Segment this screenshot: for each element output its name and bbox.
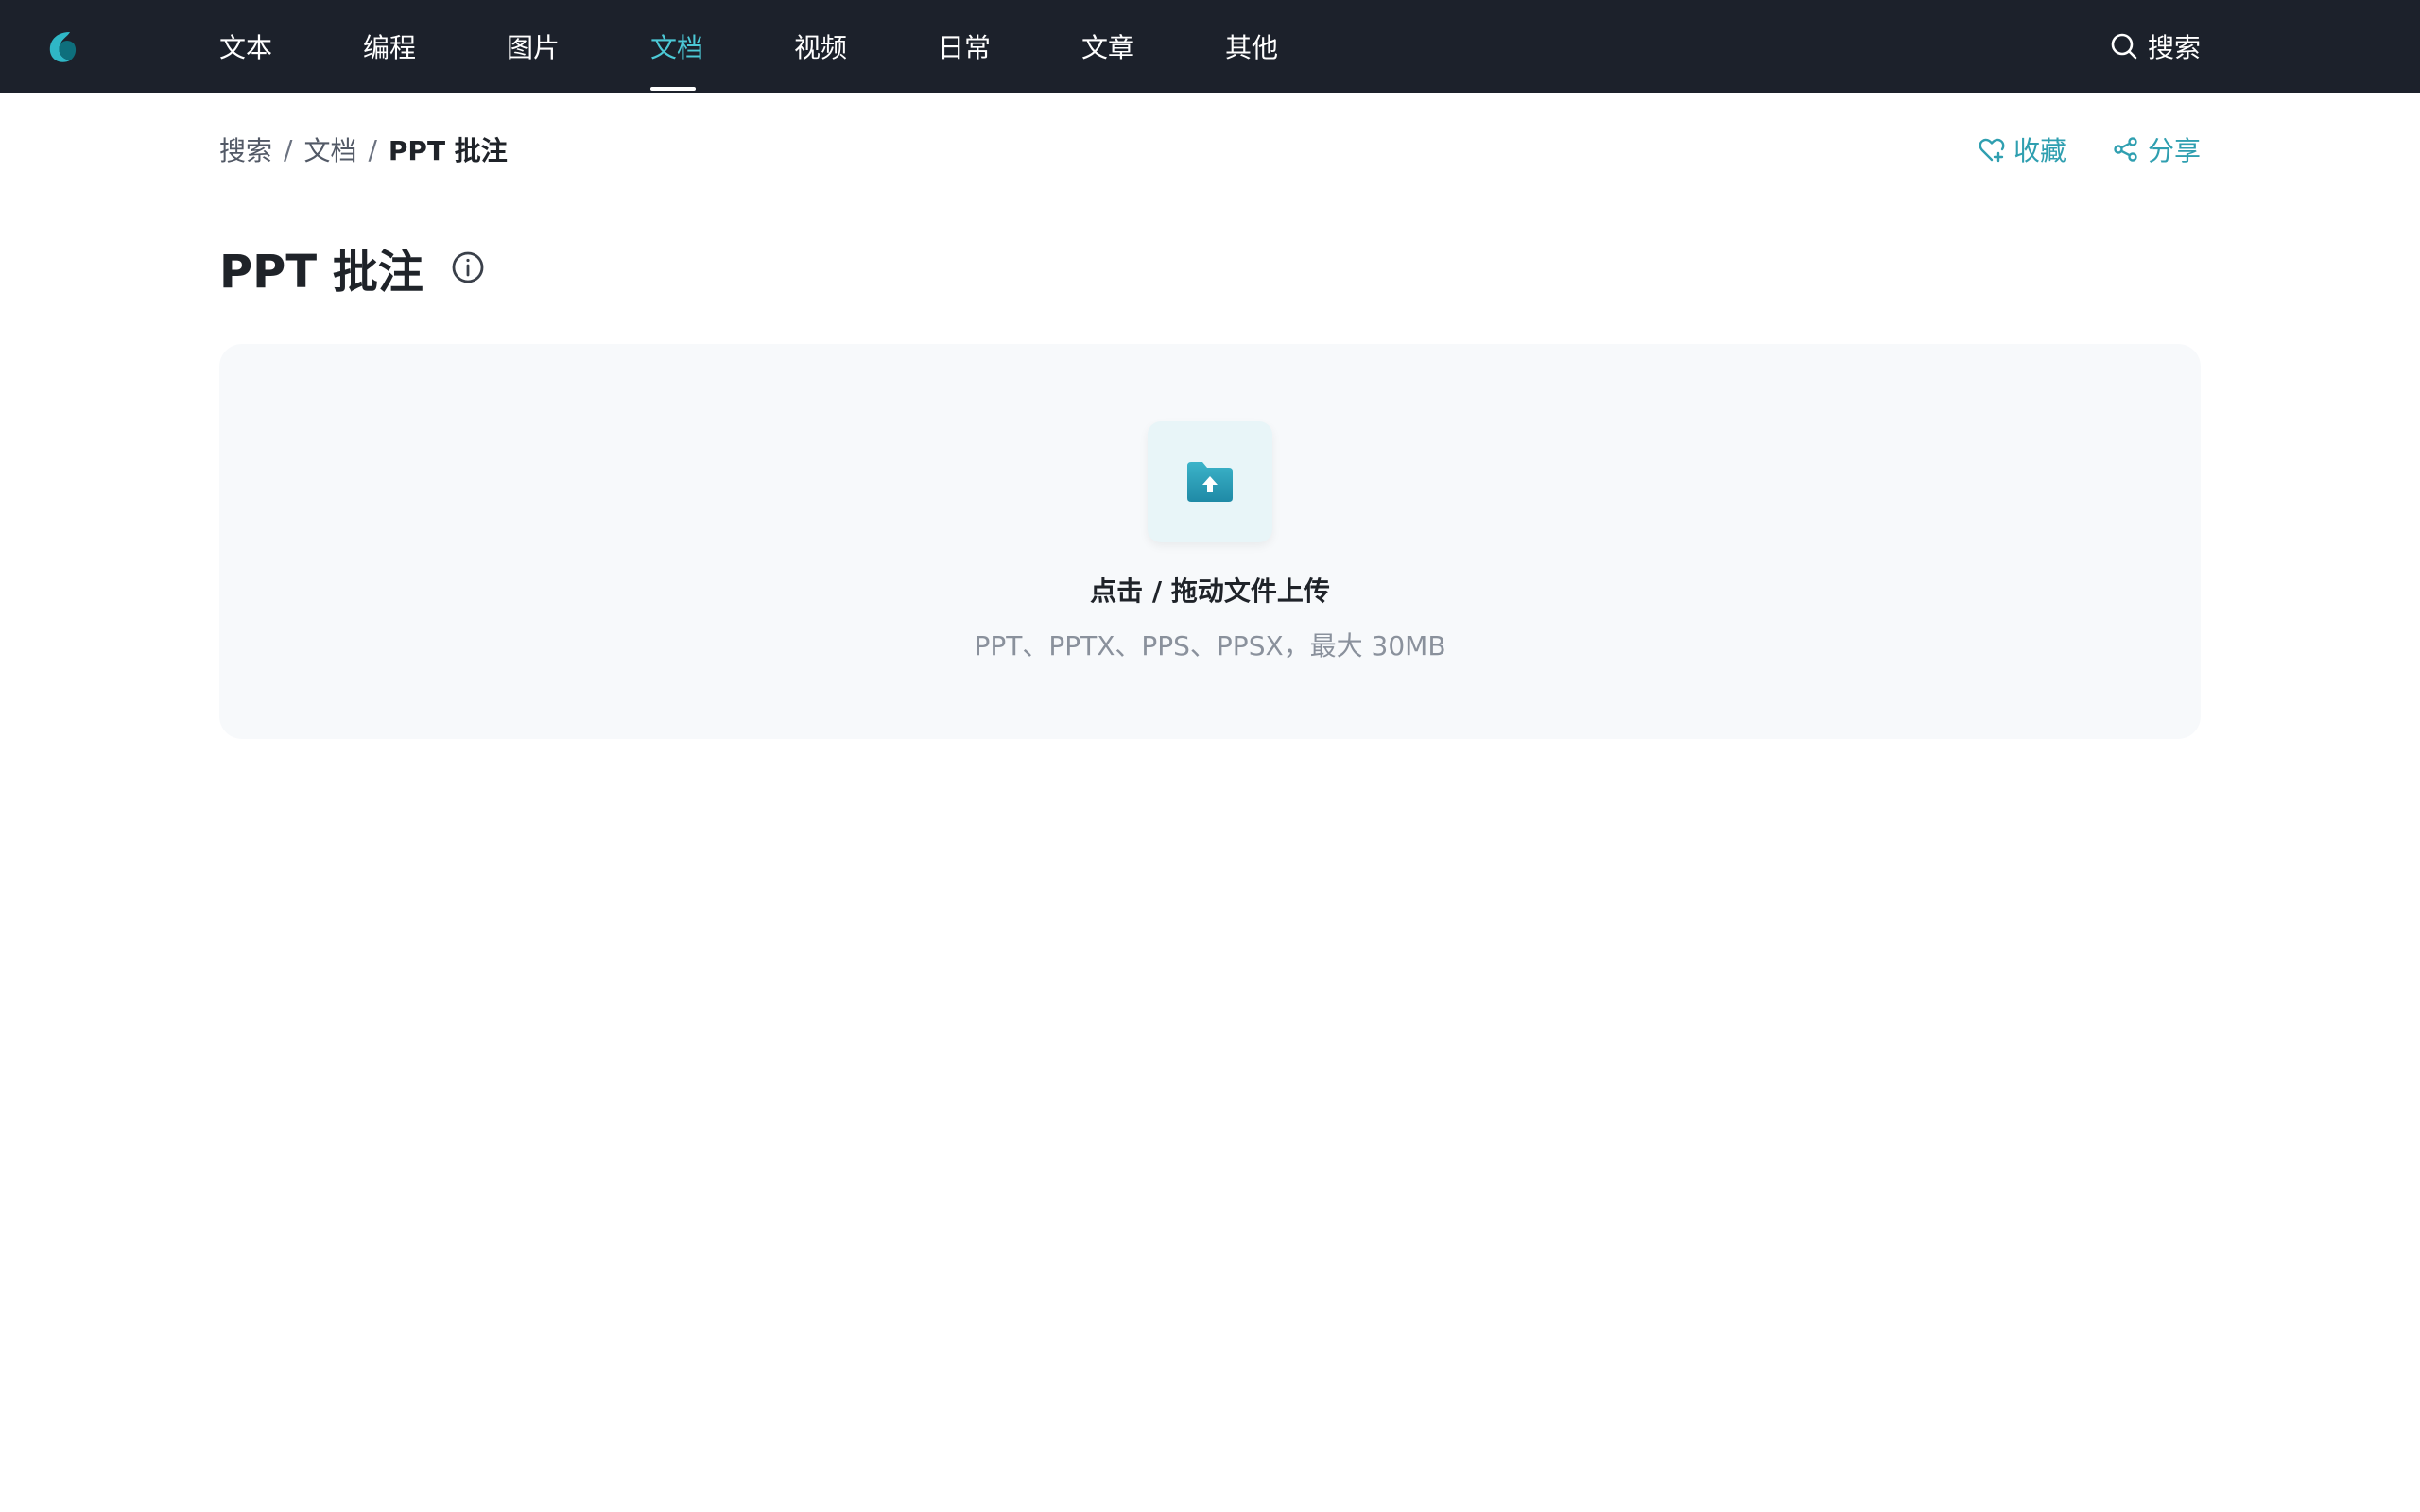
search-button[interactable]: 搜索 [2110,0,2201,93]
title-row: PPT 批注 [219,236,486,299]
search-label: 搜索 [2147,32,2201,63]
page-title: PPT 批注 [219,246,424,299]
favorite-button[interactable]: 收藏 [1978,130,2066,168]
folder-upload-icon [1187,462,1233,502]
favorite-label: 收藏 [2013,135,2066,166]
nav-item-label: 编程 [363,32,417,63]
breadcrumb-current: PPT 批注 [388,135,508,166]
upload-dropzone[interactable]: 点击 / 拖动文件上传 PPT、PPTX、PPS、PPSX，最大 30MB [219,344,2201,739]
nav-item-documents[interactable]: 文档 [650,0,794,93]
breadcrumb: 搜索 / 文档 / PPT 批注 [219,130,508,168]
leaf-logo-icon[interactable] [42,26,81,66]
nav-item-label: 图片 [507,32,561,63]
info-icon[interactable] [450,249,486,285]
breadcrumb-separator: / [368,133,377,165]
share-label: 分享 [2147,135,2201,166]
upload-hint: PPT、PPTX、PPS、PPSX，最大 30MB [974,630,1446,662]
nav-item-label: 文本 [219,32,273,63]
breadcrumb-item-documents[interactable]: 文档 [303,130,356,168]
heart-plus-icon [1979,138,2005,163]
nav-item-video[interactable]: 视频 [794,0,938,93]
main-nav: 文本 编程 图片 文档 视频 日常 文章 其他 [219,0,1369,93]
nav-item-daily[interactable]: 日常 [938,0,1081,93]
upload-icon-box [1148,421,1272,542]
nav-item-label: 视频 [794,32,848,63]
nav-item-articles[interactable]: 文章 [1081,0,1225,93]
nav-item-programming[interactable]: 编程 [363,0,507,93]
breadcrumb-item-search[interactable]: 搜索 [219,130,272,168]
share-button[interactable]: 分享 [2112,130,2201,168]
upload-title: 点击 / 拖动文件上传 [1090,576,1330,607]
nav-item-text[interactable]: 文本 [219,0,363,93]
nav-item-label: 文档 [650,32,704,63]
top-nav-bar: 文本 编程 图片 文档 视频 日常 文章 其他 搜索 [0,0,2420,93]
search-icon [2111,33,2137,60]
page-actions: 收藏 分享 [1978,130,2201,168]
breadcrumb-separator: / [284,133,293,165]
nav-item-other[interactable]: 其他 [1225,0,1369,93]
nav-item-images[interactable]: 图片 [507,0,650,93]
nav-item-label: 日常 [938,32,992,63]
nav-item-label: 其他 [1225,32,1279,63]
share-icon [2114,137,2137,162]
nav-item-label: 文章 [1081,32,1135,63]
